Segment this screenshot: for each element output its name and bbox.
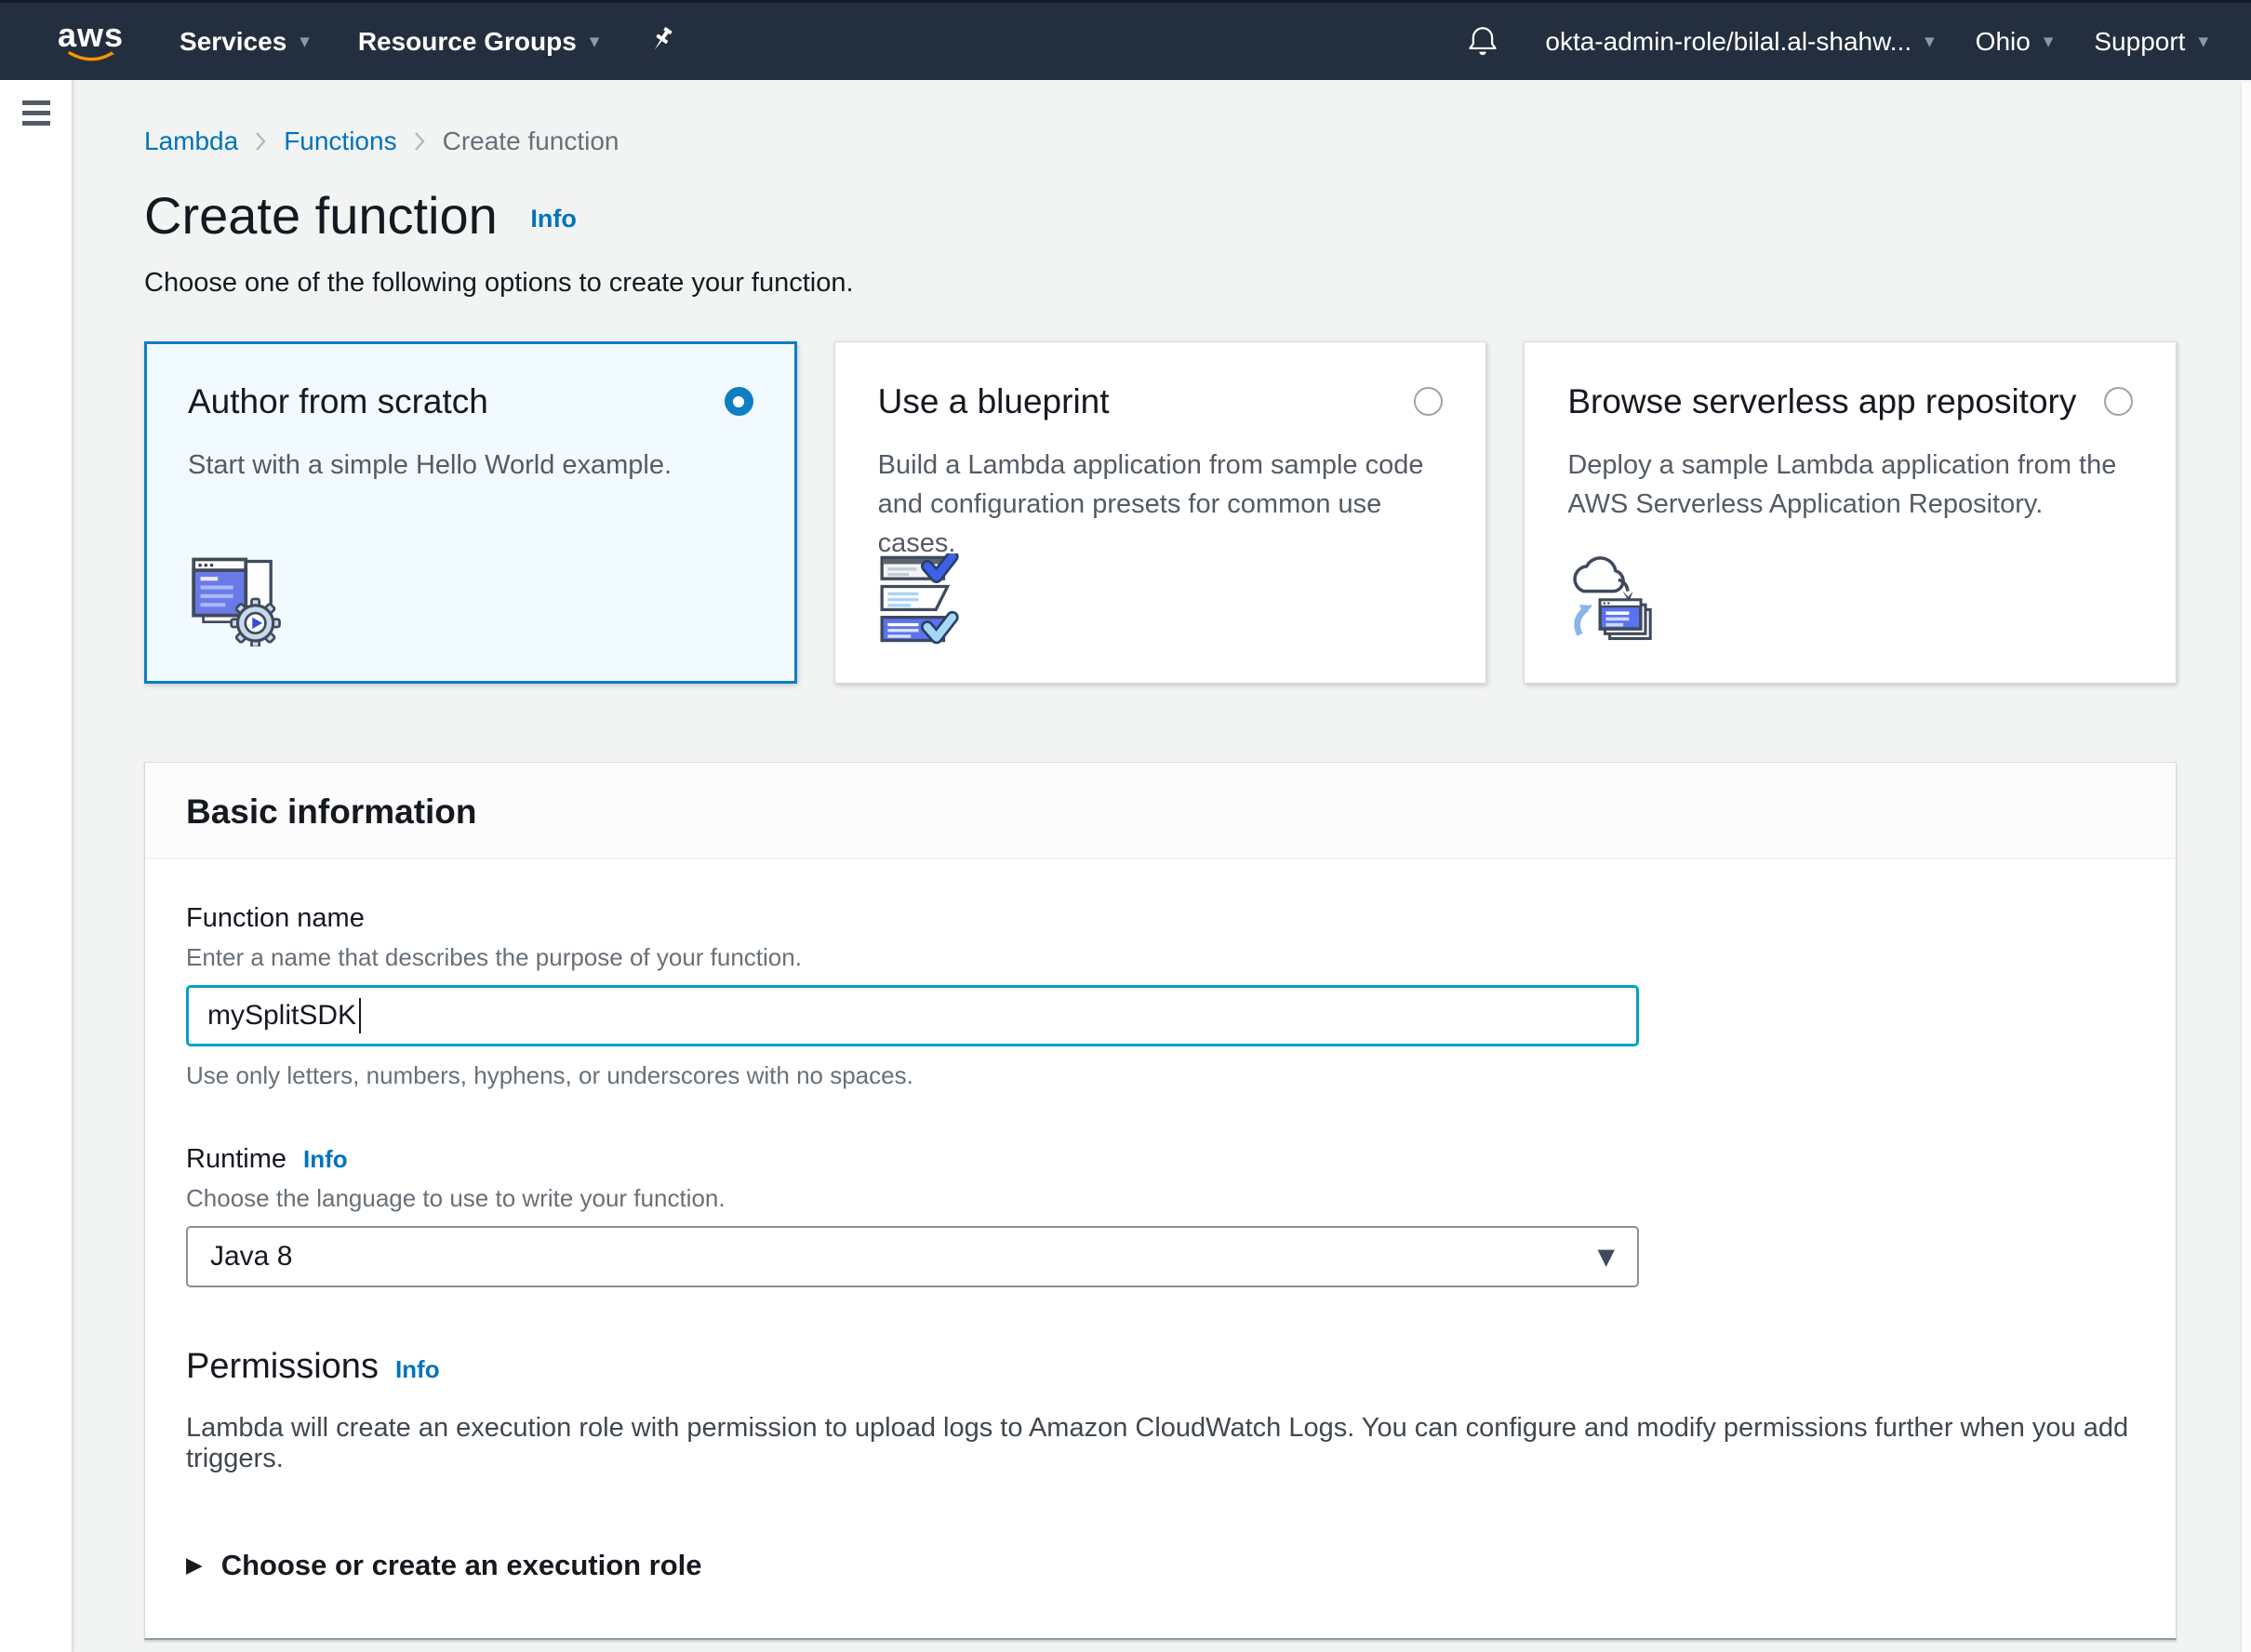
runtime-selected-value: Java 8 (210, 1241, 292, 1272)
nav-region-label: Ohio (1976, 27, 2031, 57)
nav-resource-groups-label: Resource Groups (358, 27, 577, 57)
chevron-down-icon: ▾ (2044, 32, 2054, 51)
card-title: Author from scratch (188, 383, 488, 421)
nav-resource-groups-menu[interactable]: Resource Groups ▾ (358, 27, 600, 57)
basic-information-panel: Basic information Function name Enter a … (144, 762, 2177, 1640)
text-cursor (359, 998, 361, 1033)
blueprint-icon (878, 553, 982, 651)
aws-logo[interactable]: aws (58, 19, 124, 65)
runtime-field: Runtime Info Choose the language to use … (186, 1144, 2135, 1287)
function-name-field: Function name Enter a name that describe… (186, 903, 2135, 1090)
runtime-description: Choose the language to use to write your… (186, 1184, 2135, 1213)
breadcrumb-lambda[interactable]: Lambda (144, 127, 238, 156)
chevron-down-icon: ▾ (2198, 32, 2208, 51)
card-description: Deploy a sample Lambda application from … (1567, 446, 2133, 524)
bell-icon[interactable] (1465, 23, 1500, 60)
page-subtitle: Choose one of the following options to c… (144, 268, 2177, 299)
create-option-cards: Author from scratch Start with a simple … (144, 341, 2177, 684)
chevron-down-icon: ▾ (590, 32, 600, 51)
card-title: Use a blueprint (878, 383, 1110, 421)
pushpin-icon[interactable] (647, 26, 677, 58)
card-browse-serverless-repo[interactable]: Browse serverless app repository Deploy … (1524, 341, 2177, 684)
nav-left-group: aws Services ▾ Resource Groups ▾ (58, 3, 677, 80)
nav-support-label: Support (2094, 27, 2185, 57)
permissions-title: Permissions (186, 1347, 379, 1387)
page-title: Create function Info (144, 190, 2177, 242)
scrollbar[interactable] (2241, 83, 2251, 1652)
nav-services-menu[interactable]: Services ▾ (180, 27, 310, 57)
aws-logo-smile-icon (67, 50, 115, 65)
card-description: Build a Lambda application from sample c… (878, 446, 1444, 563)
breadcrumb-functions[interactable]: Functions (284, 127, 396, 156)
page-title-info-link[interactable]: Info (530, 205, 576, 233)
breadcrumb-chevron-icon (255, 131, 267, 152)
browse-serverless-repo-radio[interactable] (2104, 387, 2133, 416)
nav-account-menu[interactable]: okta-admin-role/bilal.al-shahw... ▾ (1545, 27, 1934, 57)
runtime-select[interactable]: Java 8 ▼ (186, 1226, 1639, 1287)
panel-body: Function name Enter a name that describe… (145, 859, 2176, 1638)
card-author-from-scratch[interactable]: Author from scratch Start with a simple … (144, 341, 797, 684)
runtime-info-link[interactable]: Info (303, 1145, 348, 1174)
main-content: Lambda Functions Create function Create … (73, 80, 2251, 1652)
panel-title: Basic information (186, 793, 2135, 832)
card-description: Start with a simple Hello World example. (188, 446, 753, 485)
chevron-down-icon: ▾ (1925, 32, 1935, 51)
card-use-blueprint[interactable]: Use a blueprint Build a Lambda applicati… (834, 341, 1487, 684)
breadcrumb-chevron-icon (414, 131, 426, 152)
top-navigation-bar: aws Services ▾ Resource Groups ▾ (0, 0, 2251, 80)
nav-services-label: Services (180, 27, 286, 57)
chevron-down-icon: ▾ (300, 32, 310, 51)
author-from-scratch-radio[interactable] (725, 387, 753, 416)
use-blueprint-radio[interactable] (1414, 387, 1443, 416)
execution-role-expander-label: Choose or create an execution role (221, 1549, 702, 1582)
aws-logo-text: aws (58, 19, 124, 52)
permissions-section: Permissions Info Lambda will create an e… (186, 1347, 2135, 1582)
expander-arrow-icon: ▶ (186, 1555, 203, 1577)
nav-region-menu[interactable]: Ohio ▾ (1976, 27, 2054, 57)
nav-right-group: okta-admin-role/bilal.al-shahw... ▾ Ohio… (1465, 3, 2208, 80)
author-from-scratch-icon (188, 553, 292, 651)
page-title-text: Create function (144, 186, 498, 245)
nav-support-menu[interactable]: Support ▾ (2094, 27, 2208, 57)
select-arrow-icon: ▼ (1598, 1244, 1615, 1270)
breadcrumb-current: Create function (443, 127, 619, 156)
hamburger-menu-icon[interactable] (22, 100, 50, 131)
panel-header: Basic information (145, 763, 2176, 859)
function-name-input[interactable]: mySplitSDK (186, 985, 1639, 1046)
function-name-description: Enter a name that describes the purpose … (186, 943, 2135, 972)
breadcrumb: Lambda Functions Create function (144, 127, 2177, 156)
permissions-description: Lambda will create an execution role wit… (186, 1413, 2135, 1474)
left-sidebar-rail (0, 80, 73, 1652)
serverless-repo-icon (1567, 553, 1672, 651)
function-name-label: Function name (186, 903, 2135, 934)
nav-account-label: okta-admin-role/bilal.al-shahw... (1545, 27, 1911, 57)
function-name-value: mySplitSDK (207, 1000, 356, 1032)
execution-role-expander[interactable]: ▶ Choose or create an execution role (186, 1549, 2135, 1582)
function-name-constraint: Use only letters, numbers, hyphens, or u… (186, 1061, 2135, 1090)
permissions-info-link[interactable]: Info (395, 1355, 440, 1384)
runtime-label: Runtime (186, 1144, 286, 1175)
card-title: Browse serverless app repository (1567, 383, 2076, 421)
